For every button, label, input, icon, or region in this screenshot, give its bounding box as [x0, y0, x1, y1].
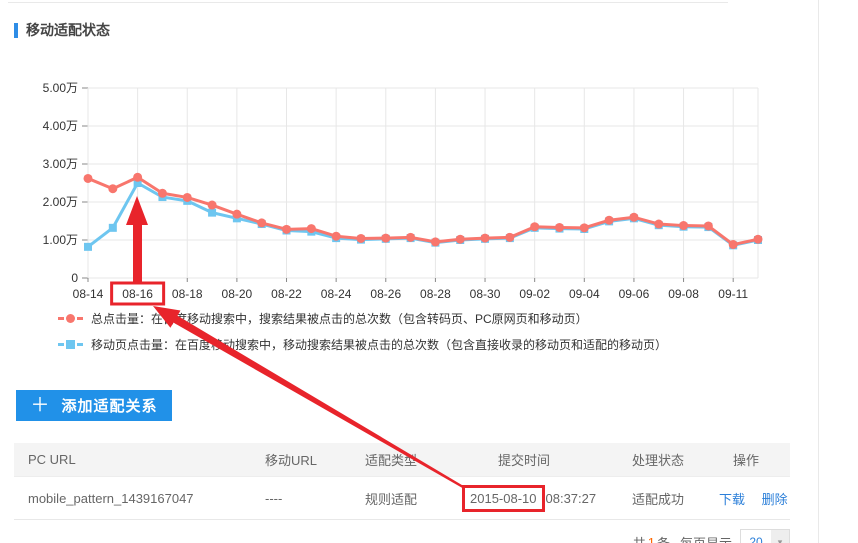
- svg-text:08-24: 08-24: [321, 287, 352, 301]
- svg-text:08-30: 08-30: [470, 287, 501, 301]
- legend-text: 总点击量：在百度移动搜索中，搜索结果被点击的总次数（包含转码页、PC原网页和移动…: [91, 310, 588, 327]
- per-page-label: 每页显示: [680, 533, 732, 543]
- add-adaptation-button[interactable]: ＋ 添加适配关系: [16, 390, 172, 421]
- header-actions: 操作: [719, 450, 790, 469]
- cell-pc-url: mobile_pattern_1439167047: [14, 491, 251, 506]
- header-adapt-type: 适配类型: [351, 450, 484, 469]
- table-row: mobile_pattern_1439167047 ---- 规则适配 2015…: [14, 477, 790, 520]
- legend-item-mobile-clicks: 移动页点击量：在百度移动搜索中，移动搜索结果被点击的总次数（包含直接收录的移动页…: [58, 331, 667, 357]
- adaptation-table: PC URL 移动URL 适配类型 提交时间 处理状态 操作 mobile_pa…: [14, 443, 790, 520]
- svg-text:08-26: 08-26: [370, 287, 401, 301]
- add-button-label: 添加适配关系: [62, 395, 158, 416]
- svg-text:4.00万: 4.00万: [43, 119, 78, 133]
- cell-status: 适配成功: [618, 489, 719, 508]
- svg-text:08-22: 08-22: [271, 287, 302, 301]
- square-marker-icon: [58, 340, 83, 349]
- svg-text:09-04: 09-04: [569, 287, 600, 301]
- total-suffix: 条: [657, 533, 670, 543]
- svg-text:08-18: 08-18: [172, 287, 203, 301]
- svg-text:09-08: 09-08: [668, 287, 699, 301]
- svg-text:09-06: 09-06: [619, 287, 650, 301]
- per-page-select[interactable]: 20 ▾: [740, 529, 790, 543]
- svg-text:08-14: 08-14: [73, 287, 104, 301]
- per-page-value: 20: [741, 530, 771, 543]
- svg-text:08-28: 08-28: [420, 287, 451, 301]
- svg-text:08-20: 08-20: [222, 287, 253, 301]
- svg-text:2.00万: 2.00万: [43, 195, 78, 209]
- mobile-adaptation-page: 移动适配状态 01.00万2.00万3.00万4.00万5.00万08-1408…: [0, 0, 858, 543]
- delete-link[interactable]: 删除: [762, 492, 788, 507]
- download-link[interactable]: 下载: [719, 492, 745, 507]
- cell-mobile-url: ----: [251, 491, 351, 506]
- header-pc-url: PC URL: [14, 452, 251, 467]
- total-prefix: 共: [633, 533, 646, 543]
- circle-marker-icon: [58, 314, 83, 323]
- svg-text:5.00万: 5.00万: [43, 81, 78, 95]
- svg-text:3.00万: 3.00万: [43, 157, 78, 171]
- cell-actions: 下载 删除: [719, 489, 790, 508]
- plus-icon: ＋: [30, 396, 49, 415]
- svg-text:0: 0: [71, 271, 78, 285]
- svg-text:09-11: 09-11: [718, 287, 748, 301]
- header-mobile-url: 移动URL: [251, 450, 351, 469]
- legend-text: 移动页点击量：在百度移动搜索中，移动搜索结果被点击的总次数（包含直接收录的移动页…: [91, 336, 667, 353]
- chevron-down-icon: ▾: [771, 530, 789, 543]
- header-status: 处理状态: [618, 450, 719, 469]
- legend-item-total-clicks: 总点击量：在百度移动搜索中，搜索结果被点击的总次数（包含转码页、PC原网页和移动…: [58, 305, 667, 331]
- chart-legend: 总点击量：在百度移动搜索中，搜索结果被点击的总次数（包含转码页、PC原网页和移动…: [58, 305, 667, 357]
- highlighted-date-box: 2015-08-10: [462, 485, 545, 512]
- table-header-row: PC URL 移动URL 适配类型 提交时间 处理状态 操作: [14, 443, 790, 477]
- header-submit-time: 提交时间: [484, 450, 618, 469]
- cell-submit-time: 2015-08-10 08:37:27: [484, 485, 618, 512]
- svg-text:1.00万: 1.00万: [43, 233, 78, 247]
- pagination-bar: 共 1 条 每页显示 20 ▾: [0, 529, 790, 543]
- total-count: 1: [648, 535, 655, 543]
- submit-time-text: 08:37:27: [546, 491, 597, 506]
- svg-text:09-02: 09-02: [519, 287, 550, 301]
- svg-text:08-16: 08-16: [122, 287, 153, 301]
